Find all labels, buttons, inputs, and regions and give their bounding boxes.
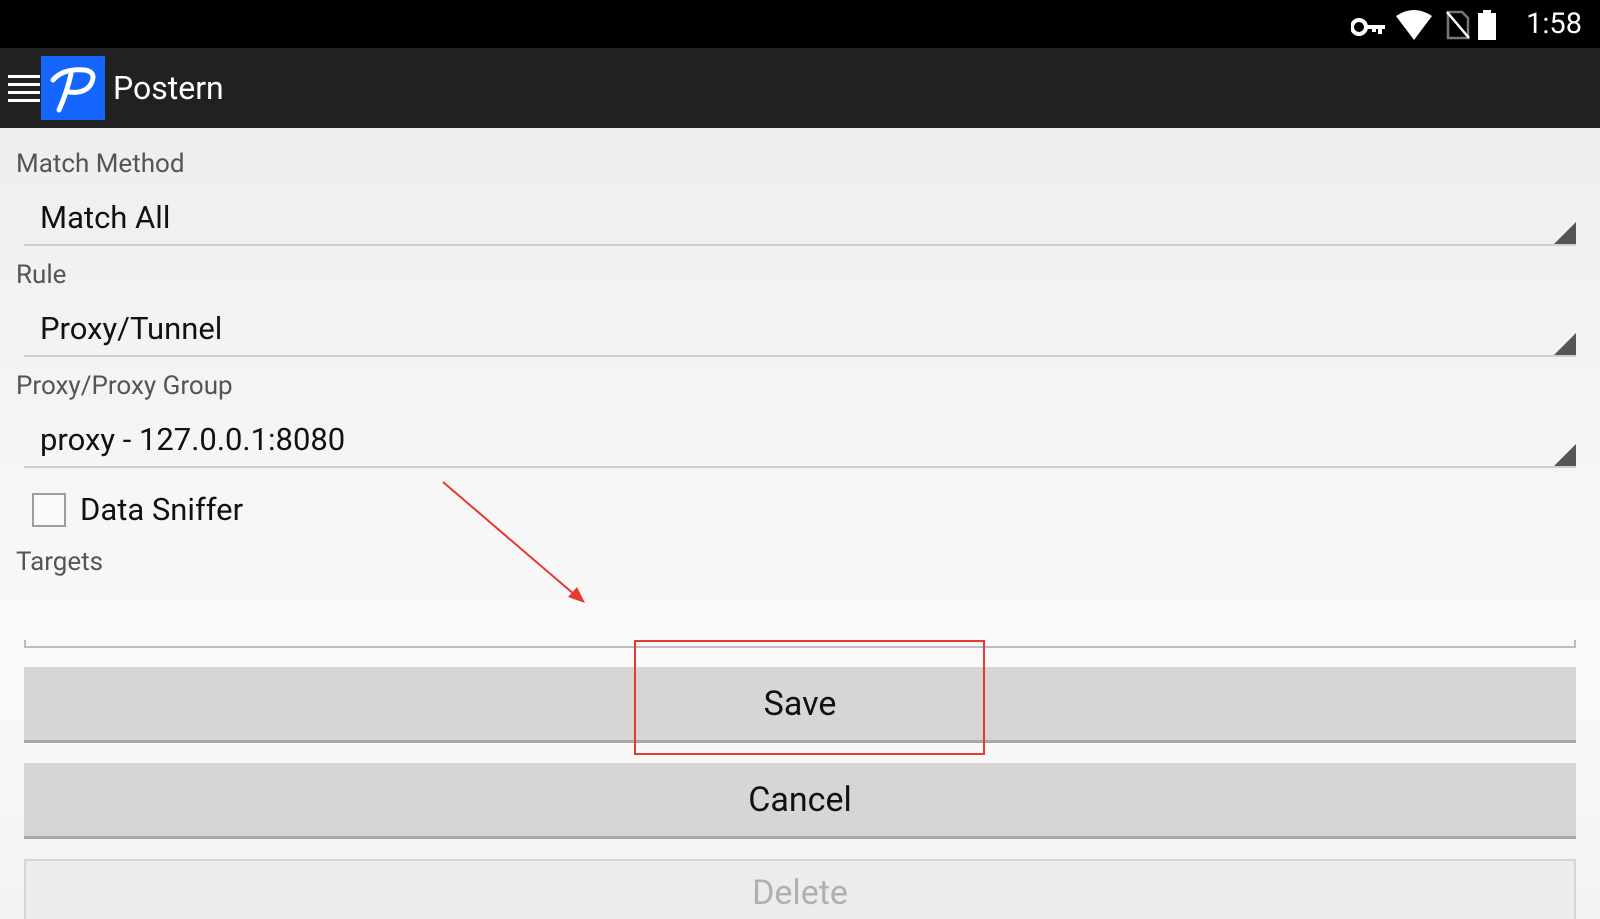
app-logo[interactable] — [41, 56, 105, 120]
match-method-spinner[interactable]: Match All — [24, 192, 1576, 248]
dropdown-triangle-icon — [1554, 333, 1576, 355]
dropdown-triangle-icon — [1554, 222, 1576, 244]
spinner-underline — [24, 466, 1576, 468]
rule-label: Rule — [16, 260, 67, 290]
battery-icon — [1478, 10, 1496, 40]
status-time: 1:58 — [1526, 7, 1582, 41]
match-method-value: Match All — [40, 199, 171, 236]
vpn-key-icon — [1351, 18, 1385, 36]
cancel-button[interactable]: Cancel — [24, 763, 1576, 839]
status-bar: 1:58 — [0, 0, 1600, 48]
proxy-group-label: Proxy/Proxy Group — [16, 371, 233, 401]
match-method-label: Match Method — [16, 149, 185, 179]
proxy-group-value: proxy - 127.0.0.1:8080 — [40, 421, 346, 458]
no-sim-icon — [1446, 10, 1470, 40]
rule-value: Proxy/Tunnel — [40, 310, 223, 347]
app-title: Postern — [113, 69, 224, 107]
proxy-group-spinner[interactable]: proxy - 127.0.0.1:8080 — [24, 414, 1576, 470]
save-button[interactable]: Save — [24, 667, 1576, 743]
rule-spinner[interactable]: Proxy/Tunnel — [24, 303, 1576, 359]
app-bar: Postern — [0, 48, 1600, 128]
delete-button: Delete — [24, 859, 1576, 919]
spinner-underline — [24, 244, 1576, 246]
data-sniffer-label[interactable]: Data Sniffer — [80, 490, 243, 530]
postern-logo-icon — [50, 67, 96, 113]
dropdown-triangle-icon — [1554, 444, 1576, 466]
data-sniffer-checkbox[interactable] — [32, 493, 66, 527]
spinner-underline — [24, 355, 1576, 357]
hamburger-menu-icon[interactable] — [8, 72, 40, 104]
wifi-icon — [1396, 10, 1432, 40]
targets-underline — [24, 646, 1576, 648]
targets-input[interactable] — [24, 588, 1576, 648]
targets-label: Targets — [16, 547, 104, 577]
